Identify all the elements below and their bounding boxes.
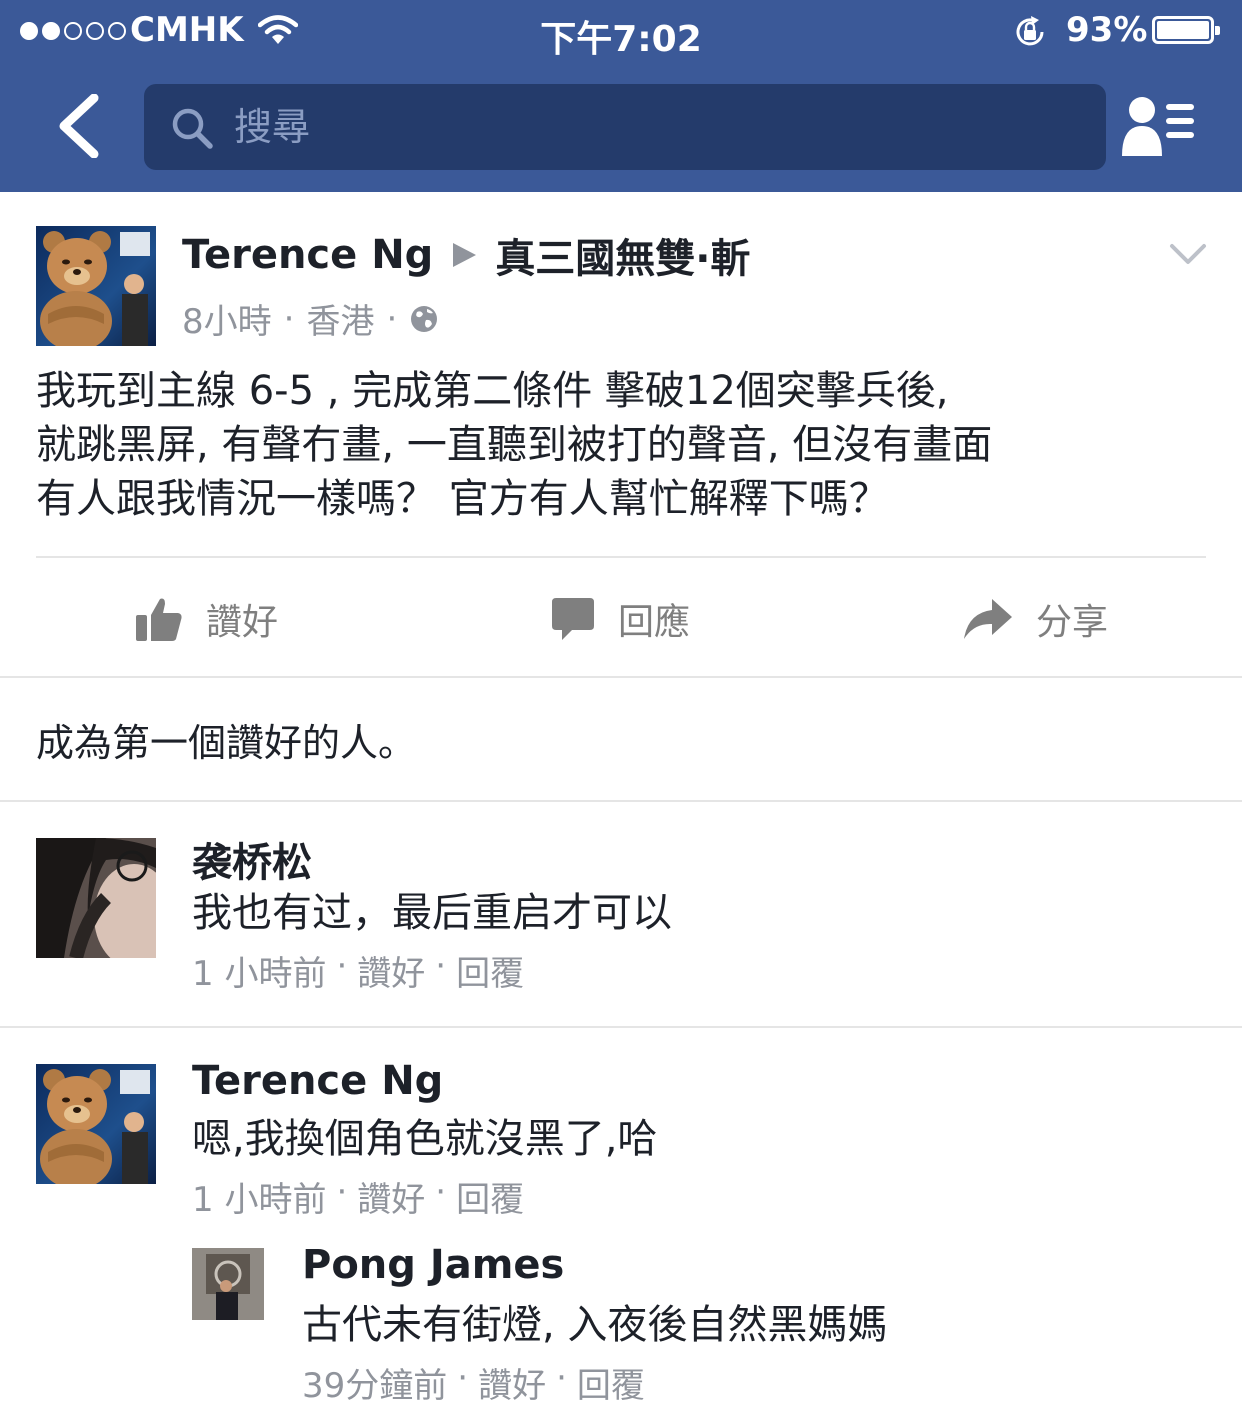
comment-time[interactable]: 1 小時前 [192,1172,326,1221]
post-time[interactable]: 8小時 [182,294,272,343]
reply-avatar[interactable] [192,1248,264,1320]
status-bar: CMHK 下午7:02 93% [0,0,1242,66]
meta-separator: · [386,298,398,339]
comment-like-link[interactable]: 讚好 [357,946,425,995]
divider [0,800,1242,802]
comment-time[interactable]: 1 小時前 [192,946,326,995]
post-meta: 8小時 · 香港 · [182,294,439,343]
globe-icon [411,305,438,332]
status-time: 下午7:02 [540,19,702,60]
comment-meta: 1 小時前 · 讚好 · 回覆 [192,946,524,995]
post-location[interactable]: 香港 [306,294,374,343]
play-arrow-icon [453,243,477,267]
comment-label: 回應 [618,602,691,643]
search-icon [172,108,213,149]
meta-separator: · [336,1172,348,1212]
search-bar[interactable] [144,84,1106,170]
comment-button[interactable]: 回應 [550,584,690,654]
comment-reply-link[interactable]: 回覆 [456,1172,524,1221]
thumbs-up-icon [136,598,182,641]
chevron-left-icon[interactable] [54,94,104,158]
reply-like-link[interactable]: 讚好 [478,1358,546,1407]
meta-separator: · [435,946,447,986]
post-text-line: 我玩到主線 6-5 , 完成第二條件 擊破12個突擊兵後, [36,368,949,414]
comment-text: 嗯,我換個角色就沒黑了,哈 [192,1116,658,1162]
reply-meta: 39分鐘前 · 讚好 · 回覆 [302,1358,645,1407]
battery-percent: 93% [1066,10,1148,50]
top-bar: CMHK 下午7:02 93% [0,0,1242,192]
meta-separator: · [435,1172,447,1212]
like-button[interactable]: 讚好 [134,584,278,654]
search-input[interactable] [232,98,1076,156]
man-photo-avatar-image [192,1248,264,1320]
post-author-name[interactable]: Terence Ng [182,232,433,278]
post-header-title: Terence Ng 真三國無雙·斬 [182,226,751,284]
divider [0,1026,1242,1028]
comment-reply-link[interactable]: 回覆 [456,946,524,995]
teddy-bear-avatar-image [36,1064,156,1184]
reply-text: 古代未有街燈, 入夜後自然黑媽媽 [302,1302,888,1348]
commenter-avatar[interactable] [36,838,156,958]
girl-photo-avatar-image [36,838,156,958]
teddy-bear-avatar-image [36,226,156,346]
meta-separator: · [336,946,348,986]
battery-nub [1215,26,1220,35]
comment-text: 我也有过，最后重启才可以 [192,890,672,936]
rotation-lock-icon [1016,16,1044,46]
reply-time[interactable]: 39分鐘前 [302,1358,447,1407]
divider [36,556,1206,558]
share-button[interactable]: 分享 [962,584,1108,654]
divider [0,676,1242,678]
share-arrow-icon [964,599,1012,639]
commenter-avatar[interactable] [36,1064,156,1184]
reply-author-name[interactable]: Pong James [302,1242,564,1288]
friend-list-icon[interactable] [1120,94,1198,160]
comment-bubble-icon [552,598,594,640]
chevron-down-icon[interactable] [1168,240,1208,268]
battery-icon [1152,16,1220,44]
author-avatar[interactable] [36,226,156,346]
meta-separator: · [283,298,295,339]
share-label: 分享 [1036,602,1109,643]
comment-meta: 1 小時前 · 讚好 · 回覆 [192,1172,524,1221]
post-text-line: 有人跟我情況一樣嗎？ 官方有人幫忙解釋下嗎？ [36,476,889,522]
meta-separator: · [457,1358,469,1398]
post-text-line: 就跳黑屏, 有聲冇畫, 一直聽到被打的聲音, 但沒有畫面 [36,422,993,468]
like-label: 讚好 [206,602,279,643]
likes-summary[interactable]: 成為第一個讚好的人。 [36,712,416,767]
comment-like-link[interactable]: 讚好 [357,1172,425,1221]
post-group-name[interactable]: 真三國無雙·斬 [495,226,750,284]
post-text: 我玩到主線 6-5 , 完成第二條件 擊破12個突擊兵後, 就跳黑屏, 有聲冇畫… [36,364,1216,526]
battery-fill [1157,21,1210,39]
reply-reply-link[interactable]: 回覆 [577,1358,645,1407]
meta-separator: · [556,1358,567,1398]
comment-author-name[interactable]: Terence Ng [192,1058,443,1104]
